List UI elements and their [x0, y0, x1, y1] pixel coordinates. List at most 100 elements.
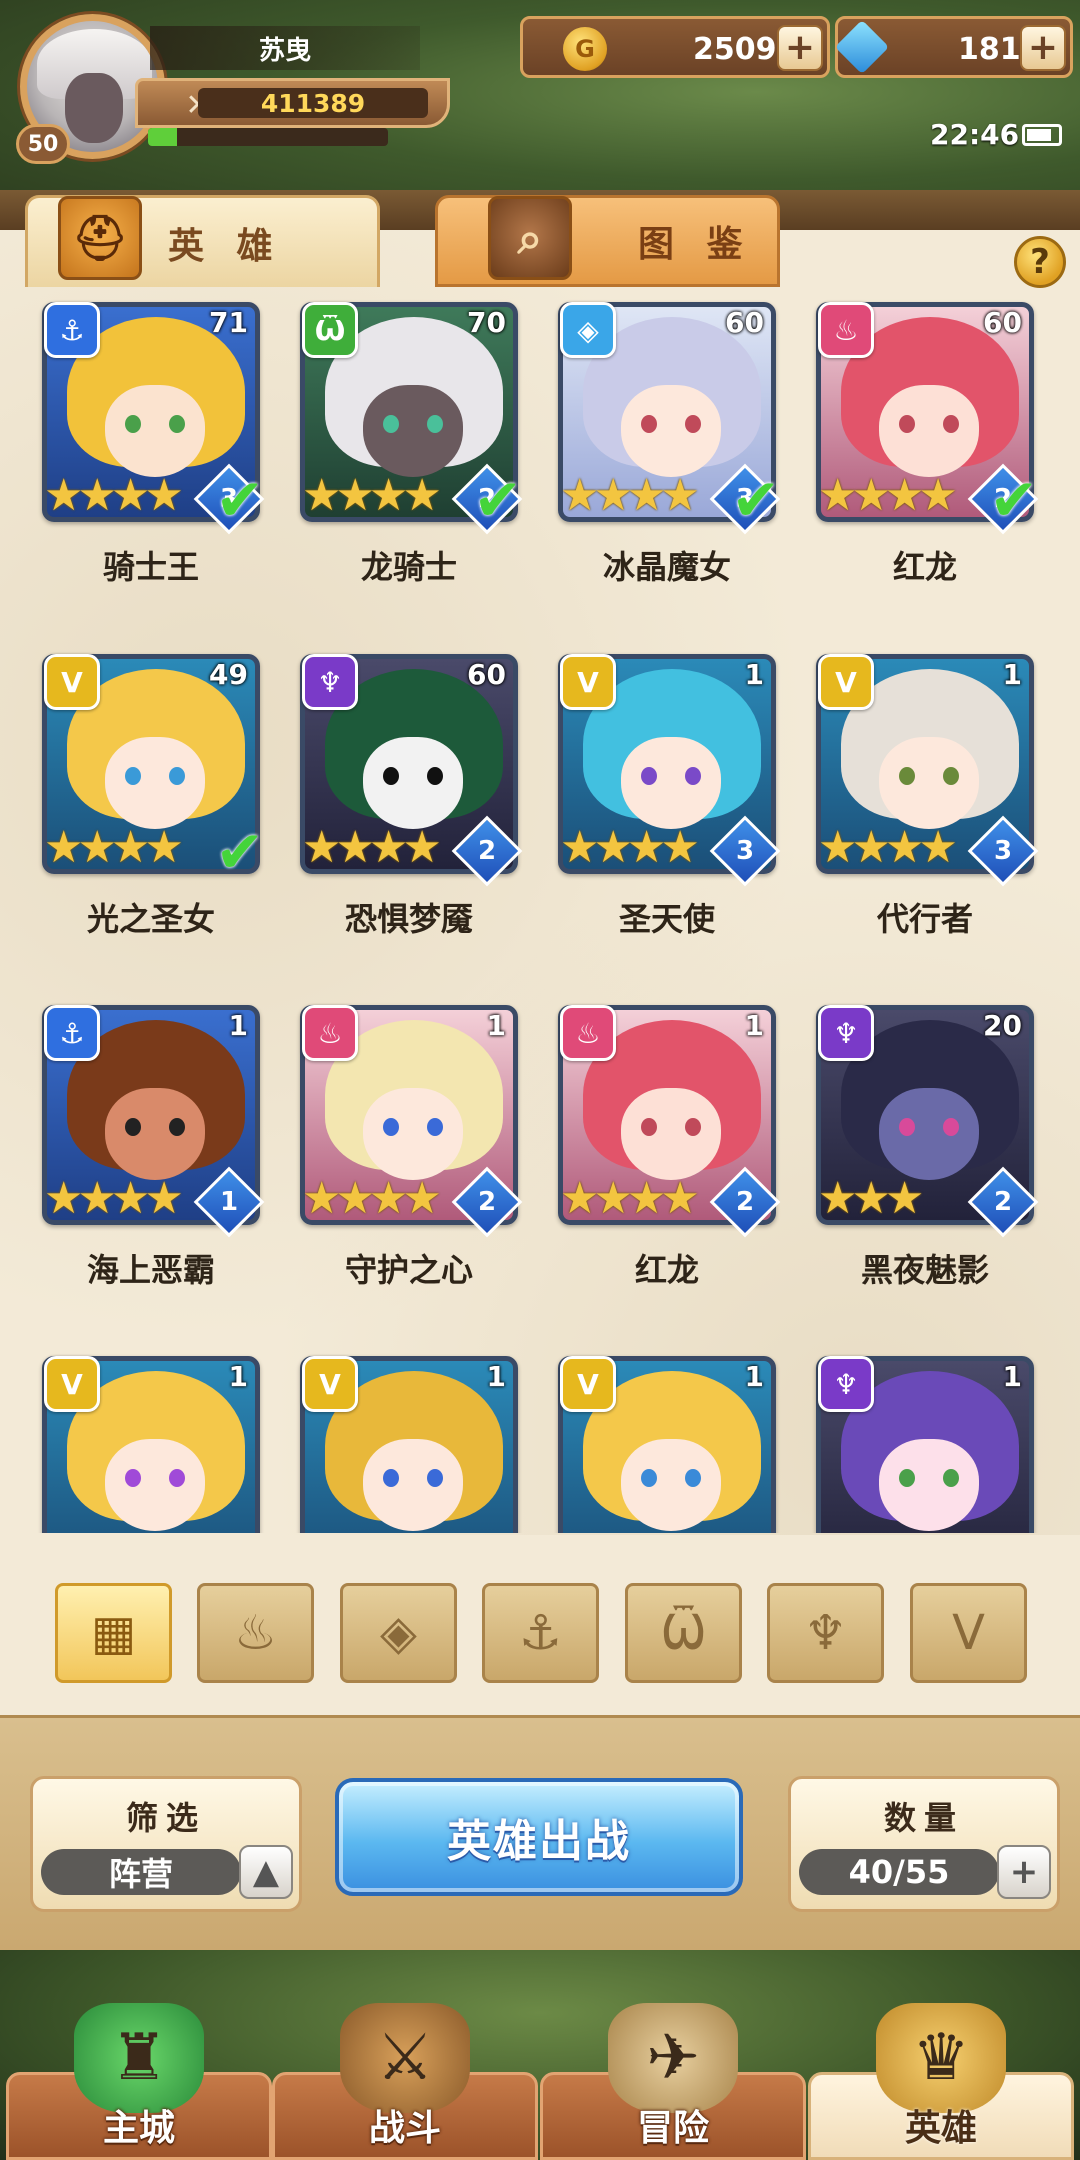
- gold-value: 2509: [693, 31, 777, 67]
- gem-value: 181: [958, 31, 1021, 67]
- light-element-icon: V: [44, 1356, 100, 1412]
- hero-card[interactable]: ◈ 60 ★ ★ ★ ★ 3 ✔ 冰晶魔女: [558, 290, 781, 590]
- light-element-icon: V: [302, 1356, 358, 1412]
- hero-level: 1: [486, 1009, 506, 1042]
- hero-card[interactable]: ♆ 1: [816, 1344, 1034, 1533]
- portrait-eye: [427, 415, 443, 433]
- nav-label: 英雄: [904, 2108, 977, 2149]
- portrait-eye: [169, 1118, 185, 1136]
- gold-coin-icon: G: [563, 27, 607, 71]
- deploy-heroes-button[interactable]: 英雄出战: [335, 1778, 743, 1896]
- portrait-face: [879, 1439, 979, 1531]
- hero-name: 代行者: [876, 900, 973, 938]
- battery-icon: [1022, 124, 1062, 146]
- portrait-face: [363, 385, 463, 477]
- hero-card[interactable]: ♨ 1 ★ ★ ★ ★ 2 守护之心: [300, 993, 523, 1293]
- add-gems-button[interactable]: +: [1020, 25, 1066, 71]
- combat-power-value: 411389: [198, 88, 428, 118]
- star-icon: ★: [884, 1173, 925, 1224]
- nav-item-1[interactable]: ⚔ 战斗: [272, 2003, 538, 2160]
- player-level-badge: 50: [16, 124, 70, 164]
- magnifier-icon: ⌕: [488, 196, 572, 280]
- flame-element-icon: ♨: [818, 302, 874, 358]
- filter-tab-dark[interactable]: ♆: [767, 1583, 884, 1683]
- light-element-icon: V: [818, 654, 874, 710]
- dark-element-icon: ♆: [818, 1005, 874, 1061]
- filter-toggle-button[interactable]: ▲: [239, 1845, 293, 1899]
- hero-rank-value: 1: [219, 1187, 239, 1217]
- hero-card[interactable]: V 49 ★ ★ ★ ★ ✔ 光之圣女: [42, 642, 264, 942]
- portrait-eye: [125, 1118, 141, 1136]
- filter-tab-anchor[interactable]: ⚓: [482, 1583, 599, 1683]
- hero-card[interactable]: ⚓ 71 ★ ★ ★ ★ 3 ✔ 骑士王: [42, 290, 265, 590]
- nav-label: 冒险: [636, 2108, 709, 2149]
- hero-card[interactable]: Ѿ 70 ★ ★ ★ ★ 2 ✔ 龙骑士: [300, 290, 523, 590]
- nav-item-0[interactable]: ♜ 主城: [6, 2003, 272, 2160]
- hero-card[interactable]: ⚓ 1 ★ ★ ★ ★ 1 海上恶霸: [42, 993, 265, 1293]
- star-icon: ★: [144, 822, 184, 873]
- portrait-eye: [641, 1469, 657, 1487]
- crystal-element-icon: ◈: [560, 302, 616, 358]
- hero-card[interactable]: V1: [300, 1344, 518, 1533]
- add-slots-button[interactable]: +: [997, 1845, 1051, 1899]
- combat-power-bar: ✕ 411389: [135, 78, 450, 128]
- portrait-face: [105, 1088, 205, 1180]
- filter-tab-beast[interactable]: Ѿ: [625, 1583, 742, 1683]
- portrait-eye: [685, 767, 701, 785]
- hero-rank-value: 2: [477, 1187, 497, 1217]
- hero-card[interactable]: V 1 ★ ★ ★ ★ 3 圣天使: [558, 642, 781, 942]
- portrait-eye: [125, 767, 141, 785]
- portrait-eye: [943, 1469, 959, 1487]
- hero-stars: ★ ★ ★ ★: [302, 1177, 442, 1221]
- tab-codex[interactable]: ⌕ 图 鉴: [435, 195, 780, 287]
- tab-heroes[interactable]: ⛑ 英 雄: [25, 195, 380, 287]
- hero-stars: ★ ★ ★ ★: [560, 1177, 700, 1221]
- filter-tab-light[interactable]: V: [910, 1583, 1027, 1683]
- filter-tab-flame[interactable]: ♨: [197, 1583, 314, 1683]
- hero-name: 光之圣女: [86, 900, 215, 938]
- star-icon: ★: [402, 1173, 442, 1224]
- gem-counter: 181 +: [834, 16, 1073, 78]
- hero-card[interactable]: V1: [42, 1344, 260, 1533]
- portrait-face: [621, 1439, 721, 1531]
- star-icon: ★: [660, 1173, 700, 1224]
- hero-level: 49: [209, 658, 248, 691]
- portrait-eye: [943, 415, 959, 433]
- hero-stars: ★ ★ ★ ★: [44, 826, 184, 870]
- footer-controls: 筛选 阵营 ▲ 英雄出战 数量 40/55 +: [0, 1715, 1080, 1950]
- star-icon: ★: [402, 822, 442, 873]
- filter-value[interactable]: 阵营: [41, 1849, 241, 1895]
- hero-level: 1: [228, 1360, 248, 1393]
- portrait-eye: [641, 767, 657, 785]
- filter-tab-all[interactable]: ▦: [55, 1583, 172, 1683]
- portrait-eye: [685, 1469, 701, 1487]
- hero-card[interactable]: V 1 ★ ★ ★ ★ 3 代行者: [816, 642, 1039, 942]
- nav-icon: ♛: [876, 2003, 1006, 2113]
- hero-card[interactable]: ♆ 20 ★ ★ ★ 2 黑夜魅影: [816, 993, 1039, 1293]
- hero-level: 20: [983, 1009, 1022, 1042]
- hero-name: 红龙: [634, 1251, 699, 1289]
- avatar-face: [65, 73, 123, 143]
- portrait-eye: [169, 1469, 185, 1487]
- hero-name: 恐惧梦魇: [344, 900, 473, 938]
- portrait-eye: [685, 415, 701, 433]
- hero-card[interactable]: ♨ 60 ★ ★ ★ ★ 2 ✔ 红龙: [816, 290, 1039, 590]
- star-icon: ★: [660, 822, 700, 873]
- hero-card[interactable]: ♨ 1 ★ ★ ★ ★ 2 红龙: [558, 993, 781, 1293]
- deployed-check-icon: ✔: [989, 466, 1038, 534]
- nav-item-2[interactable]: ✈ 冒险: [540, 2003, 806, 2160]
- hero-name: 守护之心: [344, 1251, 473, 1289]
- hero-name: 红龙: [892, 548, 957, 586]
- filter-tab-crystal[interactable]: ◈: [340, 1583, 457, 1683]
- portrait-eye: [641, 1118, 657, 1136]
- nav-icon: ⚔: [340, 2003, 470, 2113]
- hero-card[interactable]: V1: [558, 1344, 776, 1533]
- hero-card[interactable]: ♆ 60 ★ ★ ★ ★ 2 恐惧梦魇: [300, 642, 523, 942]
- nav-item-3[interactable]: ♛ 英雄: [808, 2003, 1074, 2160]
- hero-name: 圣天使: [618, 900, 715, 938]
- nav-label: 主城: [102, 2108, 175, 2149]
- nav-label: 战斗: [368, 2108, 441, 2149]
- help-button[interactable]: ?: [1014, 236, 1066, 288]
- portrait-face: [105, 385, 205, 477]
- add-gold-button[interactable]: +: [777, 25, 823, 71]
